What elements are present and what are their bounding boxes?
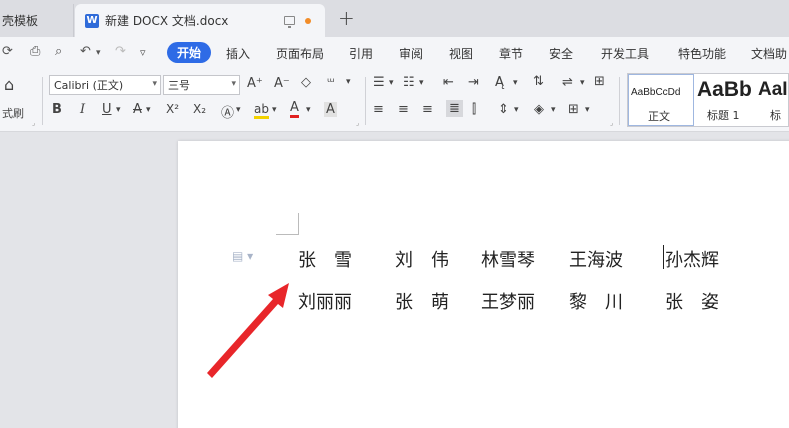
annotation-arrow — [207, 283, 289, 378]
red-arrow-icon — [207, 283, 289, 378]
